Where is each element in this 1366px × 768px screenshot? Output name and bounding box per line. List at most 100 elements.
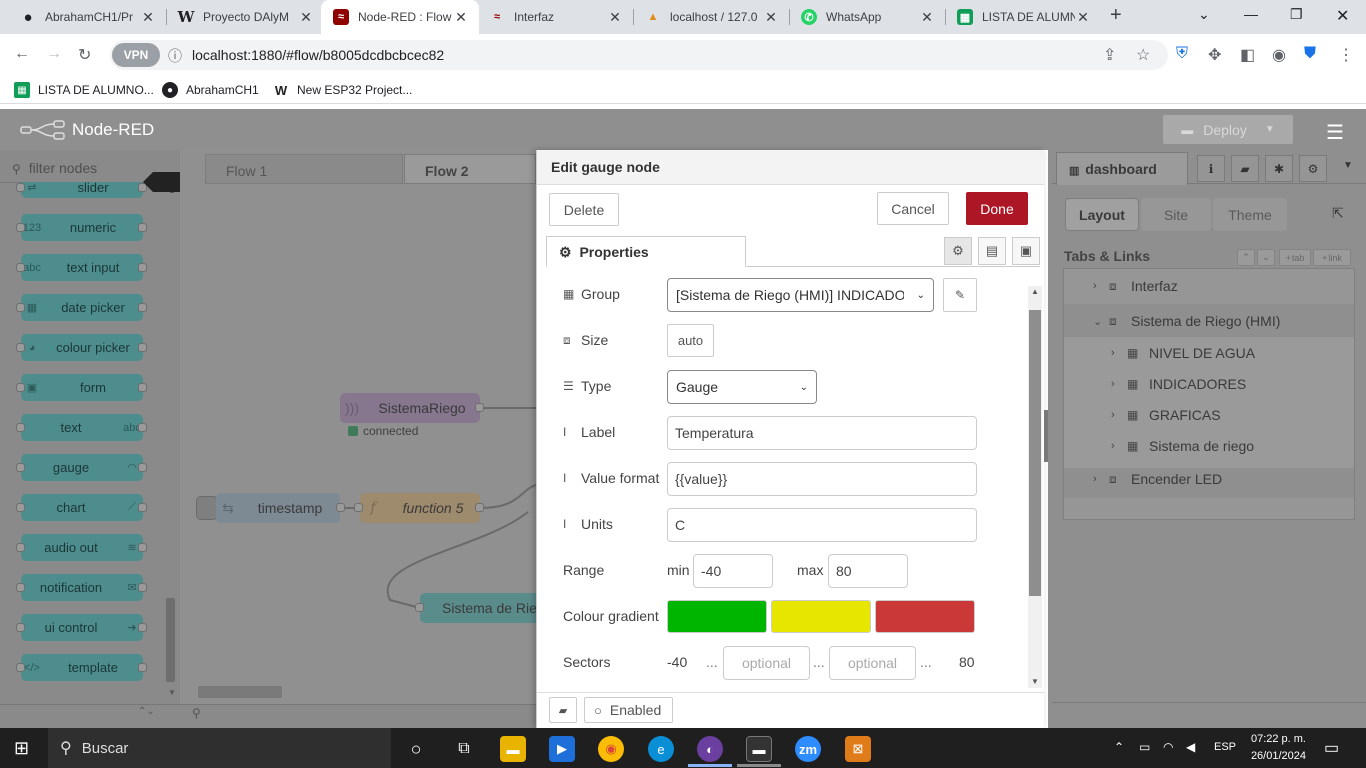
close-window-icon[interactable]: ✕	[1336, 6, 1349, 26]
colour-swatch-red[interactable]	[875, 600, 975, 633]
browser-tab-active[interactable]: ≈ Node-RED : Flow ✕	[321, 0, 479, 34]
chevron-down-icon[interactable]: ⌄	[1093, 315, 1109, 328]
chevron-right-icon[interactable]: ›	[1111, 378, 1127, 390]
palette-node-ui-control[interactable]: ui control ➜	[21, 614, 143, 641]
wifi-icon[interactable]: ◠	[1163, 740, 1173, 754]
min-input[interactable]: -40	[693, 554, 773, 588]
sidebar-separator[interactable]	[1044, 410, 1048, 462]
notification-center-icon[interactable]: ▭	[1324, 738, 1339, 758]
chevron-right-icon[interactable]: ›	[1111, 347, 1127, 359]
browser-tab[interactable]: ▲ localhost / 127.0 ✕	[633, 0, 789, 34]
browser-tab[interactable]: ✆ WhatsApp ✕	[789, 0, 945, 34]
cortana-icon[interactable]: ○	[403, 736, 429, 762]
tab-dashboard[interactable]: ▥ dashboard	[1056, 152, 1188, 185]
bookmark-item[interactable]: W New ESP32 Project...	[273, 82, 413, 98]
palette-node-colour-picker[interactable]: ◕ colour picker	[21, 334, 143, 361]
group-select[interactable]: [Sistema de Riego (HMI)] INDICADORES ⌄	[667, 278, 934, 312]
search-icon[interactable]: ⚲	[192, 706, 201, 720]
browser-tab[interactable]: ≈ Interfaz ✕	[477, 0, 633, 34]
palette-node-text[interactable]: text abc	[21, 414, 143, 441]
close-tab-icon[interactable]: ✕	[919, 9, 935, 26]
appearance-icon[interactable]: ▣	[1012, 237, 1040, 265]
done-button[interactable]: Done	[966, 192, 1028, 225]
type-select[interactable]: Gauge ⌄	[667, 370, 817, 404]
profile-icon[interactable]: ◉	[1272, 45, 1286, 65]
info-icon[interactable]: ℹ	[1197, 155, 1225, 182]
xampp-icon[interactable]: ⊠	[845, 736, 871, 762]
caret-down-icon[interactable]: ▼	[1265, 124, 1275, 135]
collapse-all-icon[interactable]: ⌃	[1237, 249, 1255, 266]
terminal-icon[interactable]: ▬	[746, 736, 772, 762]
close-tab-icon[interactable]: ✕	[140, 9, 156, 26]
edge-icon[interactable]: e	[648, 736, 674, 762]
tree-item[interactable]: › ⧈ Encender LED	[1093, 471, 1222, 487]
palette-node-chart[interactable]: chart ⟋	[21, 494, 143, 521]
site-info-icon[interactable]: ⓘ	[168, 46, 182, 66]
node-info-icon[interactable]: ▰	[549, 697, 577, 723]
palette-node-gauge[interactable]: gauge ◠	[21, 454, 143, 481]
flow-node-sistema-de-riego[interactable]: Sistema de Rie	[420, 593, 536, 623]
tab-search-icon[interactable]: ⌄	[1198, 6, 1210, 23]
browser-tab[interactable]: W Proyecto DAlyM ✕	[166, 0, 324, 34]
colour-swatch-yellow[interactable]	[771, 600, 871, 633]
delete-button[interactable]: Delete	[549, 193, 619, 226]
palette-node-template[interactable]: </> template	[21, 654, 143, 681]
bookmark-star-icon[interactable]: ☆	[1136, 45, 1150, 65]
value-format-input[interactable]: {{value}}	[667, 462, 977, 496]
units-input[interactable]: C	[667, 508, 977, 542]
forward-icon[interactable]: →	[46, 45, 62, 63]
taskbar-search[interactable]: ⚲ Buscar	[48, 728, 391, 768]
bookmark-item[interactable]: ▦ LISTA DE ALUMNO...	[14, 82, 154, 98]
add-tab-button[interactable]: + tab	[1279, 249, 1311, 266]
bug-icon[interactable]: ✱	[1265, 155, 1293, 182]
side-panel-icon[interactable]: ◧	[1240, 45, 1255, 65]
scroll-down-icon[interactable]: ▼	[1031, 677, 1039, 686]
caret-down-icon[interactable]: ▼	[1343, 160, 1353, 171]
settings-gear-icon[interactable]: ⚙	[1299, 155, 1327, 182]
volume-icon[interactable]: ◀	[1186, 740, 1195, 754]
media-player-icon[interactable]: ▶	[549, 736, 575, 762]
palette-node-audio-out[interactable]: audio out ≋	[21, 534, 143, 561]
deploy-button[interactable]: ▬ Deploy ▼	[1163, 115, 1293, 144]
add-link-button[interactable]: + link	[1313, 249, 1351, 266]
palette-collapse-icon[interactable]: ⌃⌄	[138, 706, 155, 717]
browser-tab[interactable]: ▦ LISTA DE ALUMN ✕	[945, 0, 1101, 34]
workspace-hscroll-thumb[interactable]	[198, 686, 282, 698]
chevron-right-icon[interactable]: ›	[1093, 473, 1109, 485]
flow-node-sistemariego[interactable]: ))) SistemaRiego	[340, 393, 480, 423]
security-extension-icon[interactable]: ⛊	[1304, 45, 1316, 63]
inject-button[interactable]	[196, 496, 218, 520]
properties-gear-icon[interactable]: ⚙	[944, 237, 972, 265]
description-icon[interactable]: ▤	[978, 237, 1006, 265]
book-icon[interactable]: ▰	[1231, 155, 1259, 182]
palette-node-text-input[interactable]: abc text input	[21, 254, 143, 281]
vpn-app-icon[interactable]: ◐	[697, 736, 723, 762]
scroll-up-icon[interactable]: ▲	[1031, 287, 1039, 296]
expand-all-icon[interactable]: ⌄	[1257, 249, 1275, 266]
windows-start-icon[interactable]: ⊞	[14, 738, 29, 759]
battery-icon[interactable]: ▭	[1139, 740, 1150, 754]
tree-item[interactable]: › ⧈ Interfaz	[1093, 278, 1178, 294]
flow-node-timestamp[interactable]: ⇆ timestamp	[216, 493, 340, 523]
show-hidden-icons[interactable]: ⌃	[1114, 740, 1124, 754]
extension-shield-icon[interactable]: ⛨	[1176, 45, 1188, 63]
bookmark-item[interactable]: ● AbrahamCH1	[162, 82, 259, 98]
reload-icon[interactable]: ↻	[78, 45, 91, 65]
pill-theme[interactable]: Theme	[1213, 198, 1287, 231]
chevron-right-icon[interactable]: ›	[1111, 409, 1127, 421]
tab-properties[interactable]: ⚙ Properties	[546, 236, 746, 267]
palette-node-date-picker[interactable]: ▦ date picker	[21, 294, 143, 321]
main-menu-icon[interactable]: ☰	[1326, 120, 1344, 145]
extensions-puzzle-icon[interactable]: ✥	[1208, 45, 1221, 65]
chevron-right-icon[interactable]: ›	[1093, 280, 1109, 292]
tree-item[interactable]: ⌄ ⧈ Sistema de Riego (HMI)	[1093, 313, 1280, 329]
colour-swatch-green[interactable]	[667, 600, 767, 633]
language-indicator[interactable]: ESP	[1214, 741, 1236, 753]
taskbar-clock[interactable]: 07:22 p. m. 26/01/2024	[1236, 731, 1306, 765]
tree-item[interactable]: › ▦ Sistema de riego	[1111, 438, 1254, 454]
back-icon[interactable]: ←	[14, 45, 30, 63]
pill-layout[interactable]: Layout	[1065, 198, 1139, 231]
tree-item[interactable]: › ▦ INDICADORES	[1111, 376, 1246, 392]
tree-item[interactable]: › ▦ GRAFICAS	[1111, 407, 1221, 423]
close-tab-icon[interactable]: ✕	[763, 9, 779, 26]
